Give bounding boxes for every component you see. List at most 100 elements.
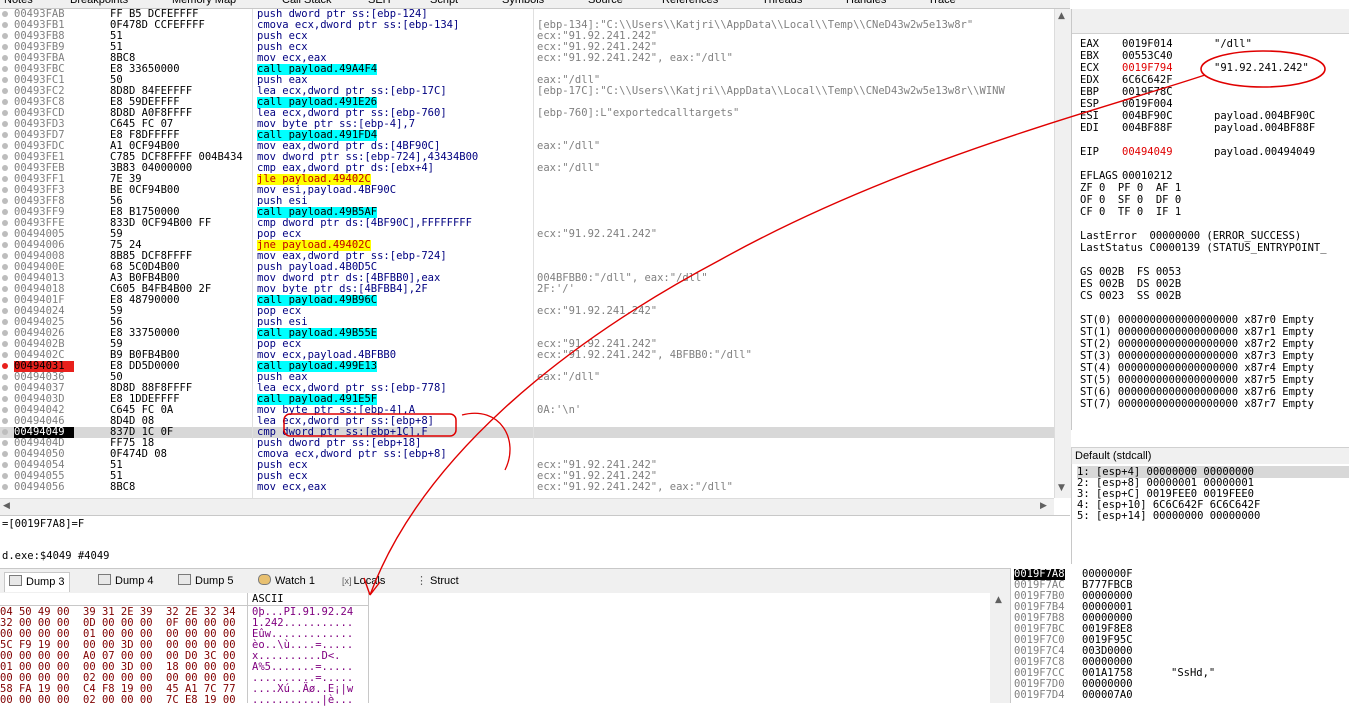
register-value[interactable]: 00010212	[1122, 171, 1214, 182]
register-row[interactable]: ST(5) 0000000000000000000 x87r5 Empty	[1080, 375, 1314, 386]
disasm-row[interactable]: 00494055 51 push ecx ecx:"91.92.241.242"	[0, 471, 1054, 482]
disasm-row[interactable]: 00494050 0F474D 08 cmova ecx,dword ptr ss:…	[0, 449, 1054, 460]
disasm-row[interactable]: 00494036 50 push eax eax:"/dll"	[0, 372, 1054, 383]
disasm-row[interactable]: 00493FBA 8BC8 mov ecx,eax ecx:"91.92.241.24…	[0, 53, 1054, 64]
disassembly-horizontal-scrollbar[interactable]: ◀ ▶	[0, 498, 1054, 515]
scroll-right-icon[interactable]: ▶	[1040, 501, 1047, 511]
disasm-row[interactable]: 00494037 8D8D 88F8FFFF lea ecx,dword ptr s…	[0, 383, 1054, 394]
disasm-row[interactable]: 00493FF8 56 push esi	[0, 196, 1054, 207]
breakpoint-dot-icon[interactable]	[2, 55, 8, 61]
disasm-row[interactable]: 00493FE1 C785 DCF8FFFF 004B434 mov dword p…	[0, 152, 1054, 163]
top-tab-references[interactable]: References	[662, 0, 718, 6]
disasm-row[interactable]: 00494024 59 pop ecx ecx:"91.92.241.242"	[0, 306, 1054, 317]
disasm-row[interactable]: 00494054 51 push ecx ecx:"91.92.241.242"	[0, 460, 1054, 471]
register-row[interactable]: EBP 0019F78C	[1080, 87, 1214, 98]
breakpoint-dot-icon[interactable]	[2, 209, 8, 215]
disasm-row[interactable]: 0049401F E8 48790000 call payload.49B96C	[0, 295, 1054, 306]
scroll-up-icon[interactable]: ▲	[1058, 11, 1065, 21]
register-value[interactable]: 0019F014	[1122, 39, 1214, 50]
disasm-row[interactable]: 00493FB9 51 push ecx ecx:"91.92.241.242"	[0, 42, 1054, 53]
breakpoint-dot-icon[interactable]	[2, 418, 8, 424]
breakpoint-dot-icon[interactable]	[2, 352, 8, 358]
register-row[interactable]: ST(1) 0000000000000000000 x87r1 Empty	[1080, 327, 1314, 338]
tab-watch-1[interactable]: Watch 1	[254, 572, 319, 591]
top-tab-call-stack[interactable]: Call Stack	[282, 0, 332, 6]
tab-dump-3[interactable]: Dump 3	[4, 572, 70, 592]
register-row[interactable]: ESP 0019F004	[1080, 99, 1214, 110]
tab-struct[interactable]: ⋮ Struct	[412, 572, 463, 591]
stack-view[interactable]: 0019F7A8 0000000F 0019F7AC B777FBCB 0019F7B0…	[1010, 568, 1349, 703]
register-row[interactable]	[1080, 303, 1214, 314]
breakpoint-dot-icon[interactable]	[2, 484, 8, 490]
register-row[interactable]: ZF 0 PF 0 AF 1	[1080, 183, 1181, 194]
top-tab-symbols[interactable]: Symbols	[502, 0, 544, 6]
breakpoint-dot-icon[interactable]	[2, 385, 8, 391]
breakpoint-dot-icon[interactable]	[2, 462, 8, 468]
register-value[interactable]: 00553C40	[1122, 51, 1214, 62]
disasm-row[interactable]: 00494006 75 24 jne payload.49402C	[0, 240, 1054, 251]
top-tab-memory-map[interactable]: Memory Map	[172, 0, 236, 6]
breakpoint-dot-icon[interactable]	[2, 341, 8, 347]
register-row[interactable]: ST(2) 0000000000000000000 x87r2 Empty	[1080, 339, 1314, 350]
breakpoint-dot-icon[interactable]	[2, 231, 8, 237]
breakpoint-dot-icon[interactable]	[2, 429, 8, 435]
breakpoint-dot-icon[interactable]	[2, 143, 8, 149]
disasm-row[interactable]: 0049400E 68 5C0D4B00 push payload.4B0D5C	[0, 262, 1054, 273]
disasm-row[interactable]: 0049402C B9 B0FB4B00 mov ecx,payload.4BFBB…	[0, 350, 1054, 361]
breakpoint-dot-icon[interactable]	[2, 165, 8, 171]
register-row[interactable]: EDI 004BF88F payload.004BF88F	[1080, 123, 1315, 134]
disasm-row[interactable]: 00494025 56 push esi	[0, 317, 1054, 328]
disasm-row[interactable]: 00493FD3 C645 FC 07 mov byte ptr ss:[ebp-4…	[0, 119, 1054, 130]
register-row[interactable]	[1080, 135, 1214, 146]
disasm-row[interactable]: 00494008 8B85 DCF8FFFF mov eax,dword ptr s…	[0, 251, 1054, 262]
register-row[interactable]	[1080, 255, 1214, 266]
breakpoint-dot-icon[interactable]	[2, 88, 8, 94]
disasm-row[interactable]: 00494046 8D4D 08 lea ecx,dword ptr ss:[ebp…	[0, 416, 1054, 427]
register-row[interactable]: ECX 0019F794 "91.92.241.242"	[1080, 63, 1309, 74]
disasm-row[interactable]: 00493FBC E8 33650000 call payload.49A4F4	[0, 64, 1054, 75]
register-row[interactable]: ST(7) 0000000000000000000 x87r7 Empty	[1080, 399, 1314, 410]
breakpoint-dot-icon[interactable]	[2, 187, 8, 193]
disasm-row[interactable]: 0049404D FF75 18 push dword ptr ss:[ebp+18…	[0, 438, 1054, 449]
register-row[interactable]: LastStatus C0000139 (STATUS_ENTRYPOINT_	[1080, 243, 1327, 254]
breakpoint-dot-icon[interactable]	[2, 77, 8, 83]
disasm-row[interactable]: 00493FEB 3B83 04000000 cmp eax,dword ptr d…	[0, 163, 1054, 174]
breakpoint-dot-icon[interactable]	[2, 440, 8, 446]
register-row[interactable]: EDX 6C6C642F	[1080, 75, 1214, 86]
disasm-row[interactable]: 00494018 C605 B4FB4B00 2F mov byte ptr ds:…	[0, 284, 1054, 295]
breakpoint-dot-icon[interactable]	[2, 374, 8, 380]
breakpoint-dot-icon[interactable]	[2, 363, 8, 369]
top-tab-seh[interactable]: SEH	[368, 0, 391, 6]
disasm-row[interactable]: 00494013 A3 B0FB4B00 mov dword ptr ds:[4BF…	[0, 273, 1054, 284]
disasm-row[interactable]: 00494049 837D 1C 0F cmp dword ptr ss:[ebp+…	[0, 427, 1054, 438]
breakpoint-dot-icon[interactable]	[2, 308, 8, 314]
top-tab-handles[interactable]: Handles	[846, 0, 886, 6]
scroll-down-icon[interactable]: ▼	[1058, 483, 1065, 493]
tab-dump-4[interactable]: Dump 4	[94, 572, 158, 591]
breakpoint-dot-icon[interactable]	[2, 451, 8, 457]
disasm-row[interactable]: 00493FFE 833D 0CF94B00 FF cmp dword ptr ds…	[0, 218, 1054, 229]
top-tab-trace[interactable]: Trace	[928, 0, 956, 6]
breakpoint-dot-icon[interactable]	[2, 99, 8, 105]
register-value[interactable]: 004BF90C	[1122, 111, 1214, 122]
register-row[interactable]: LastError 00000000 (ERROR_SUCCESS)	[1080, 231, 1301, 242]
register-row[interactable]: CS 0023 SS 002B	[1080, 291, 1181, 302]
register-row[interactable]: ESI 004BF90C payload.004BF90C	[1080, 111, 1315, 122]
breakpoint-dot-icon[interactable]	[2, 275, 8, 281]
register-value[interactable]: 0019F78C	[1122, 87, 1214, 98]
calling-convention-select[interactable]: Default (stdcall)	[1071, 447, 1349, 465]
tab-dump-5[interactable]: Dump 5	[174, 572, 238, 591]
breakpoint-dot-icon[interactable]	[2, 319, 8, 325]
disasm-row[interactable]: 00493FC1 50 push eax eax:"/dll"	[0, 75, 1054, 86]
breakpoint-dot-icon[interactable]	[2, 198, 8, 204]
disasm-row[interactable]: 00494031 E8 DD5D0000 call payload.499E13	[0, 361, 1054, 372]
stack-row[interactable]: 0019F7D4 000007A0	[1011, 690, 1349, 701]
register-value[interactable]: 00494049	[1122, 147, 1214, 158]
register-row[interactable]: CF 0 TF 0 IF 1	[1080, 207, 1181, 218]
breakpoint-dot-icon[interactable]	[2, 253, 8, 259]
register-row[interactable]	[1080, 159, 1214, 170]
dump-row[interactable]: 00 00 00 00 02 00 00 00 7C E8 19 00.......…	[0, 695, 368, 706]
register-row[interactable]: EAX 0019F014 "/dll"	[1080, 39, 1252, 50]
disasm-row[interactable]: 00493FAB FF B5 DCFEFFFF push dword ptr ss:…	[0, 9, 1054, 20]
disasm-row[interactable]: 00494042 C645 FC 0A mov byte ptr ss:[ebp-4…	[0, 405, 1054, 416]
